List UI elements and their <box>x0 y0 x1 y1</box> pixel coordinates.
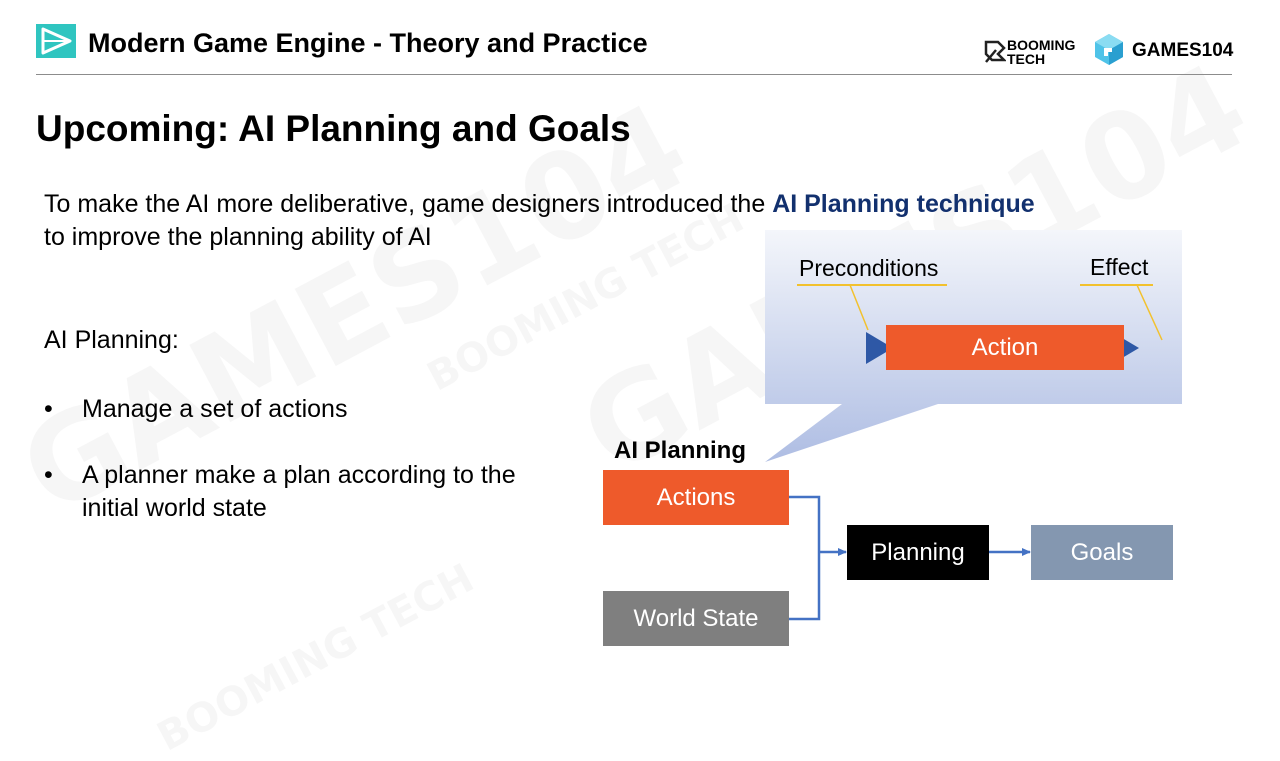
world-state-box: World State <box>603 591 789 646</box>
planning-box: Planning <box>847 525 989 580</box>
diagram-title: AI Planning <box>614 437 746 464</box>
connector-actions <box>789 495 821 552</box>
preconditions-label: Preconditions <box>799 255 939 281</box>
connector-world-state <box>789 552 821 621</box>
action-bar: Action <box>886 325 1124 370</box>
goals-box: Goals <box>1031 525 1173 580</box>
actions-box: Actions <box>603 470 789 525</box>
effect-label: Effect <box>1090 254 1149 280</box>
